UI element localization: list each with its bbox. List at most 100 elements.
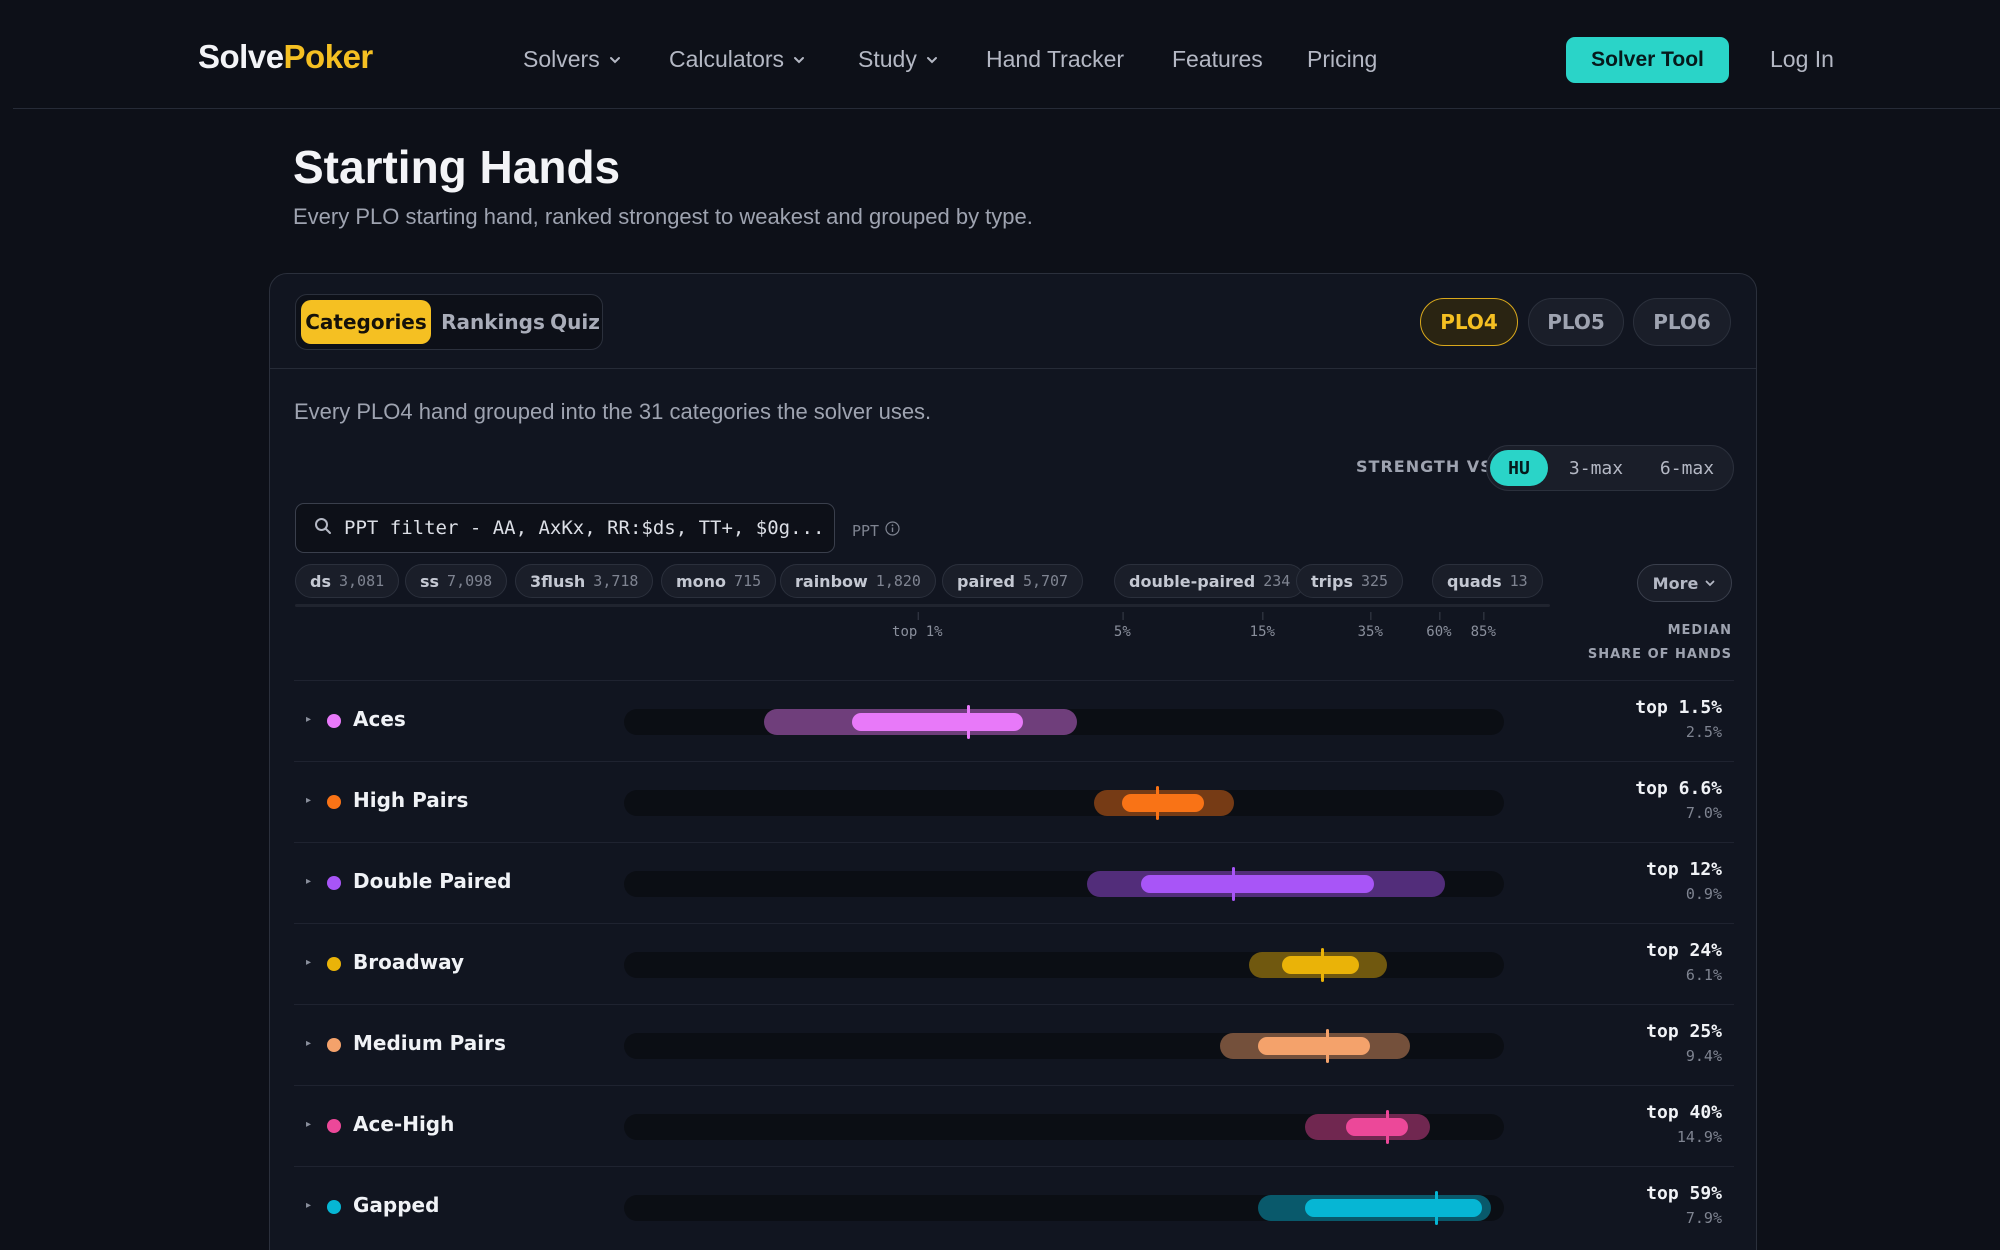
expand-caret-icon[interactable]: ▸ (306, 1119, 311, 1130)
category-color-dot (327, 1200, 341, 1214)
solver-tool-button[interactable]: Solver Tool (1566, 37, 1729, 83)
nav-calculators[interactable]: Calculators (669, 46, 806, 73)
chip-count: 7,098 (447, 572, 493, 590)
expand-caret-icon[interactable]: ▸ (306, 714, 311, 725)
strength-6max-option[interactable]: 6-max (1643, 450, 1731, 486)
category-row-high-pairs[interactable]: ▸ High Pairs top 6.6% 7.0% (294, 761, 1734, 842)
nav-label: Solvers (523, 46, 600, 72)
chip-label: quads (1447, 571, 1502, 591)
nav-pricing[interactable]: Pricing (1307, 46, 1377, 73)
chip-quads[interactable]: quads 13 (1432, 564, 1543, 598)
category-color-dot (327, 795, 341, 809)
expand-caret-icon[interactable]: ▸ (306, 957, 311, 968)
median-header: MEDIAN (1667, 623, 1732, 638)
ppt-filter-input[interactable] (344, 517, 824, 539)
expand-caret-icon[interactable]: ▸ (306, 1038, 311, 1049)
median-marker (1156, 786, 1160, 820)
chevron-down-icon (926, 56, 937, 63)
chip-label: trips (1311, 571, 1353, 591)
median-value: top 40% (1646, 1102, 1722, 1123)
category-color-dot (327, 876, 341, 890)
category-name: High Pairs (353, 788, 469, 812)
more-filters-button[interactable]: More (1637, 564, 1732, 602)
chip-count: 325 (1361, 572, 1389, 590)
strength-range-bar (624, 948, 1504, 982)
median-marker (1320, 948, 1324, 982)
median-marker (1385, 1110, 1389, 1144)
nav-features[interactable]: Features (1172, 46, 1263, 73)
strength-3max-option[interactable]: 3-max (1551, 450, 1641, 486)
ppt-help[interactable]: PPT (852, 521, 900, 540)
tab-categories[interactable]: Categories (301, 300, 431, 344)
tab-rankings[interactable]: Rankings (437, 300, 549, 344)
category-row-ace-high[interactable]: ▸ Ace-High top 40% 14.9% (294, 1085, 1734, 1166)
chip-paired[interactable]: paired 5,707 (942, 564, 1084, 598)
tab-quiz[interactable]: Quiz (550, 300, 600, 344)
median-value: top 25% (1646, 1021, 1722, 1042)
logo-text-poker: Poker (283, 38, 374, 75)
category-row-double-paired[interactable]: ▸ Double Paired top 12% 0.9% (294, 842, 1734, 923)
view-tabs: Categories Rankings Quiz (295, 294, 603, 350)
share-value: 7.0% (1685, 804, 1722, 822)
variant-plo4-button[interactable]: PLO4 (1420, 298, 1518, 346)
chevron-down-icon (609, 56, 620, 63)
median-marker (1435, 1191, 1439, 1225)
expand-caret-icon[interactable]: ▸ (306, 1200, 311, 1211)
logo[interactable]: SolvePoker (198, 38, 373, 76)
axis-tick-label: 85% (1470, 612, 1496, 640)
log-in-link[interactable]: Log In (1770, 46, 1834, 73)
share-value: 6.1% (1685, 966, 1722, 984)
chevron-down-icon (794, 56, 805, 63)
chip-count: 3,081 (338, 572, 385, 590)
nav-label: Hand Tracker (986, 46, 1125, 72)
category-row-gapped[interactable]: ▸ Gapped top 59% 7.9% (294, 1166, 1734, 1247)
strength-range-bar (624, 1191, 1504, 1225)
variant-plo6-button[interactable]: PLO6 (1633, 298, 1731, 346)
chip-mono[interactable]: mono 715 (661, 564, 777, 598)
column-header: MEDIAN SHARE OF HANDS (1588, 619, 1732, 667)
category-row-medium-pairs[interactable]: ▸ Medium Pairs top 25% 9.4% (294, 1004, 1734, 1085)
logo-text-solve: Solve (198, 38, 284, 75)
chip-count: 5,707 (1022, 572, 1069, 590)
search-icon (314, 517, 332, 540)
nav-hand-tracker[interactable]: Hand Tracker (986, 46, 1124, 73)
chip-double-paired[interactable]: double-paired 234 (1114, 564, 1306, 598)
page-subtitle: Every PLO starting hand, ranked stronges… (293, 204, 1033, 229)
chip-label: 3flush (530, 571, 586, 591)
chip-trips[interactable]: trips 325 (1296, 564, 1404, 598)
chip-ss[interactable]: ss 7,098 (405, 564, 508, 598)
median-value: top 12% (1646, 859, 1722, 880)
chip-label: ss (420, 571, 440, 591)
category-name: Medium Pairs (353, 1031, 506, 1055)
nav-label: Pricing (1307, 46, 1378, 72)
interquartile-segment (1258, 1037, 1371, 1055)
chip-ds[interactable]: ds 3,081 (295, 564, 400, 598)
card-header: Categories Rankings Quiz PLO4 PLO5 PLO6 (270, 274, 1756, 369)
category-color-dot (327, 714, 341, 728)
strength-hu-option[interactable]: HU (1490, 450, 1548, 486)
ppt-filter-search[interactable] (295, 503, 835, 553)
strength-range-bar (624, 705, 1504, 739)
strength-range-bar (624, 1029, 1504, 1063)
axis-tick-label: 60% (1426, 612, 1452, 640)
category-row-aces[interactable]: ▸ Aces top 1.5% 2.5% (294, 680, 1734, 761)
chip-3flush[interactable]: 3flush 3,718 (515, 564, 654, 598)
interquartile-segment (1141, 875, 1374, 893)
category-name: Aces (353, 707, 406, 731)
nav-solvers[interactable]: Solvers (523, 46, 622, 73)
interquartile-segment (1122, 794, 1205, 812)
category-row-broadway[interactable]: ▸ Broadway top 24% 6.1% (294, 923, 1734, 1004)
expand-caret-icon[interactable]: ▸ (306, 795, 311, 806)
strength-vs-label: STRENGTH VS (1356, 457, 1493, 476)
chip-count: 715 (734, 572, 762, 590)
chip-rainbow[interactable]: rainbow 1,820 (780, 564, 936, 598)
share-value: 7.9% (1685, 1209, 1722, 1227)
strength-range-bar (624, 867, 1504, 901)
info-icon (885, 521, 900, 540)
expand-caret-icon[interactable]: ▸ (306, 876, 311, 887)
starting-hands-card: Categories Rankings Quiz PLO4 PLO5 PLO6 … (269, 273, 1757, 1250)
variant-plo5-button[interactable]: PLO5 (1528, 298, 1624, 346)
nav-study[interactable]: Study (858, 46, 939, 73)
category-color-dot (327, 1038, 341, 1052)
categories-description: Every PLO4 hand grouped into the 31 cate… (294, 399, 932, 424)
